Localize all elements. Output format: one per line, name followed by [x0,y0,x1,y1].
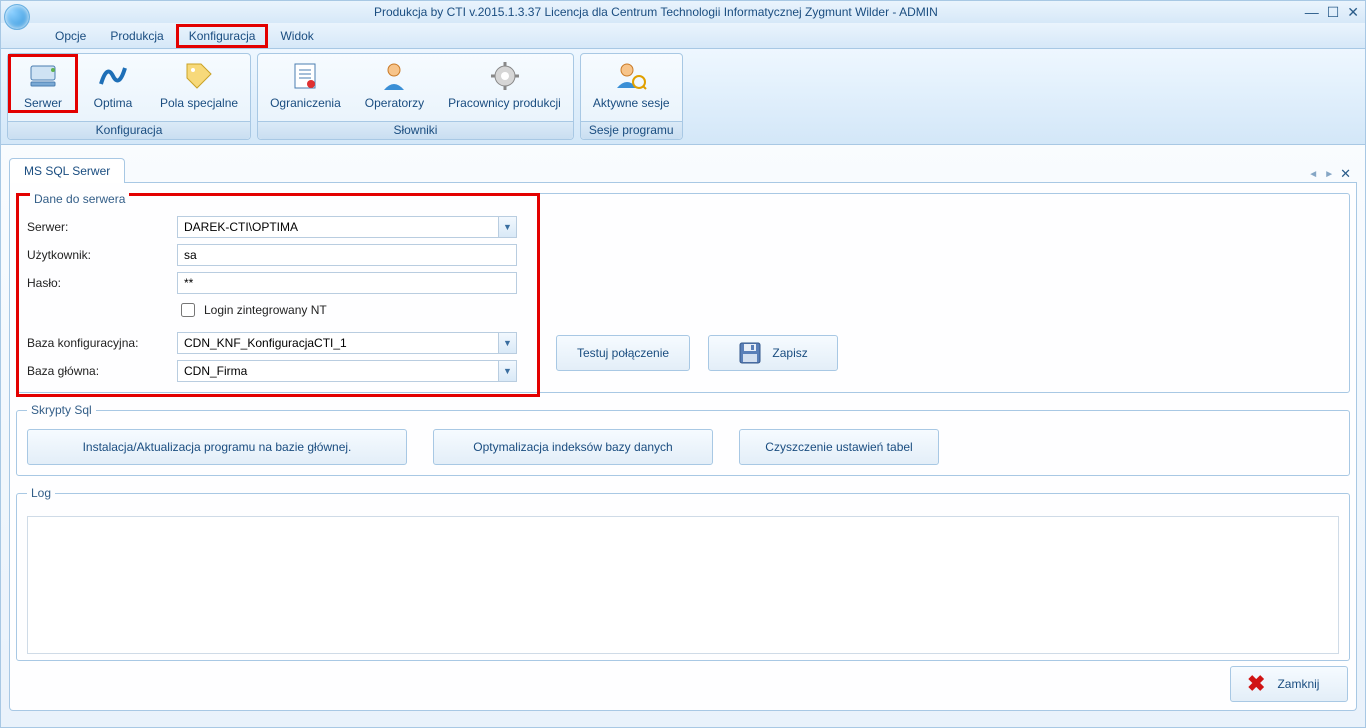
ribbon-group-sesje: Aktywne sesje Sesje programu [580,53,683,140]
menu-produkcja[interactable]: Produkcja [98,25,175,47]
save-button[interactable]: Zapisz [708,335,838,371]
fieldset-sql-legend: Skrypty Sql [27,403,96,417]
user-input[interactable] [177,244,517,266]
server-label: Serwer: [27,220,177,234]
maindb-label: Baza główna: [27,364,177,378]
menu-widok[interactable]: Widok [268,25,325,47]
optima-icon [97,60,129,92]
ribbon-pracownicy-label: Pracownicy produkcji [448,96,561,110]
test-connection-label: Testuj połączenie [577,346,669,360]
ribbon-serwer[interactable]: Serwer [8,54,78,113]
pass-label: Hasło: [27,276,177,290]
ribbon-operatorzy-label: Operatorzy [365,96,424,110]
ribbon-ograniczenia-label: Ograniczenia [270,96,341,110]
ribbon-aktywne-label: Aktywne sesje [593,96,670,110]
fieldset-sql: Skrypty Sql Instalacja/Aktualizacja prog… [16,403,1350,476]
close-button[interactable]: ✖ Zamknij [1230,666,1348,702]
maximize-button[interactable]: ☐ [1327,5,1340,19]
optimize-label: Optymalizacja indeksów bazy danych [473,440,672,454]
clean-label: Czyszczenie ustawień tabel [765,440,912,454]
menu-opcje[interactable]: Opcje [43,25,98,47]
content-panel: Dane do serwera Serwer: ▼ Użytkownik: Ha… [9,183,1357,711]
cfgdb-label: Baza konfiguracyjna: [27,336,177,350]
server-input[interactable] [177,216,517,238]
ribbon-ograniczenia[interactable]: Ograniczenia [258,54,353,112]
window-title: Produkcja by CTI v.2015.1.3.37 Licencja … [7,5,1305,19]
menu-bar: Opcje Produkcja Konfiguracja Widok [1,23,1365,49]
maindb-combo[interactable]: ▼ [177,360,517,382]
user-label: Użytkownik: [27,248,177,262]
save-icon [738,341,762,365]
ribbon-group-konfiguracja: Serwer Optima Pola specjalne Konfiguracj… [7,53,251,140]
ribbon-operatorzy[interactable]: Operatorzy [353,54,436,112]
ribbon-serwer-label: Serwer [24,96,62,110]
optimize-button[interactable]: Optymalizacja indeksów bazy danych [433,429,713,465]
tag-icon [183,60,215,92]
ribbon-group-sesje-label: Sesje programu [581,121,682,139]
install-button[interactable]: Instalacja/Aktualizacja programu na bazi… [27,429,407,465]
pass-input[interactable] [177,272,517,294]
app-logo [4,4,30,30]
maindb-input[interactable] [177,360,517,382]
tab-scroll-left-icon[interactable]: ◄ [1308,169,1318,180]
nt-checkbox[interactable] [181,303,195,317]
cfgdb-input[interactable] [177,332,517,354]
cfgdb-combo[interactable]: ▼ [177,332,517,354]
nt-label: Login zintegrowany NT [204,303,327,317]
ribbon-aktywne[interactable]: Aktywne sesje [581,54,682,112]
ribbon-group-slowniki: Ograniczenia Operatorzy Pracownicy produ… [257,53,574,140]
tab-strip: MS SQL Serwer ◄ ► ✕ [9,155,1357,183]
fieldset-log: Log [16,486,1350,661]
install-label: Instalacja/Aktualizacja programu na bazi… [83,440,352,454]
chevron-down-icon[interactable]: ▼ [498,361,516,381]
tab-scroll-right-icon[interactable]: ► [1324,169,1334,180]
log-textarea[interactable] [27,516,1339,654]
ribbon-pracownicy[interactable]: Pracownicy produkcji [436,54,573,112]
chevron-down-icon[interactable]: ▼ [498,333,516,353]
tab-mssql[interactable]: MS SQL Serwer [9,158,125,183]
gear-icon [489,60,521,92]
fieldset-dane-legend: Dane do serwera [30,192,129,206]
test-connection-button[interactable]: Testuj połączenie [556,335,690,371]
ribbon: Serwer Optima Pola specjalne Konfiguracj… [1,49,1365,145]
ribbon-pola[interactable]: Pola specjalne [148,54,250,112]
chevron-down-icon[interactable]: ▼ [498,217,516,237]
save-label: Zapisz [772,346,807,360]
fieldset-log-legend: Log [27,486,55,500]
server-combo[interactable]: ▼ [177,216,517,238]
ribbon-optima-label: Optima [94,96,133,110]
menu-konfiguracja[interactable]: Konfiguracja [176,24,269,48]
ribbon-group-konfiguracja-label: Konfiguracja [8,121,250,139]
minimize-button[interactable]: — [1305,5,1319,19]
close-label: Zamknij [1277,677,1319,691]
ribbon-group-slowniki-label: Słowniki [258,121,573,139]
session-icon [615,60,647,92]
person-icon [378,60,410,92]
list-icon [289,60,321,92]
close-window-button[interactable]: ✕ [1347,5,1359,19]
close-icon: ✖ [1247,673,1265,695]
title-bar: Produkcja by CTI v.2015.1.3.37 Licencja … [1,1,1365,23]
server-icon [27,60,59,92]
ribbon-pola-label: Pola specjalne [160,96,238,110]
ribbon-optima[interactable]: Optima [78,54,148,112]
clean-button[interactable]: Czyszczenie ustawień tabel [739,429,939,465]
tab-close-icon[interactable]: ✕ [1340,166,1351,182]
